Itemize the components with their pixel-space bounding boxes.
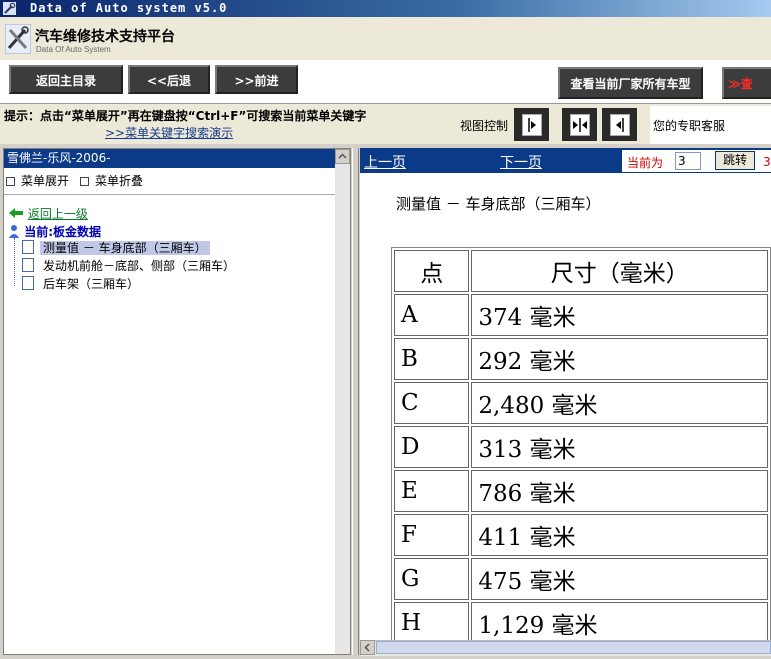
chevron-left-icon [364,643,370,652]
tree-item[interactable]: 测量值 － 车身底部（三厢车） [22,240,210,257]
panel-splitter[interactable] [352,148,359,655]
tree-connector [14,238,16,286]
cell-size: 313 毫米 [471,426,768,468]
window-title: Data of Auto system v5.0 [30,1,228,15]
table-row: B 292 毫米 [394,338,768,380]
home-button[interactable]: 返回主目录 [9,65,123,94]
scrollbar-thumb[interactable] [376,641,771,654]
cell-point: F [394,514,470,556]
document-icon [22,258,34,272]
next-page-link[interactable]: 下一页 [500,152,542,172]
view-expand-left-button[interactable] [602,108,637,141]
tree-item[interactable]: 后车架（三厢车） [22,276,142,293]
column-header-point: 点 [394,250,470,292]
tree-item-label: 后车架（三厢车） [43,277,140,291]
app-title: 汽车维修技术支持平台 [35,29,175,45]
cell-point: H [394,602,470,644]
split-arrows-icon [573,118,587,132]
wrench-icon [3,2,16,15]
cell-size: 374 毫米 [471,294,768,336]
app-subtitle: Data Of Auto System [36,45,111,54]
measurement-table: 点 尺寸（毫米） A 374 毫米 B 292 毫米 C 2,480 毫米 D 313 … [391,247,771,647]
cell-size: 786 毫米 [471,470,768,512]
menu-collapse-label: 菜单折叠 [95,174,144,188]
cell-size: 292 毫米 [471,338,768,380]
document-title: 测量值 － 车身底部（三厢车） [396,195,601,213]
expand-square-icon [6,177,15,186]
scroll-left-button[interactable] [360,640,375,655]
tree-item-label: 测量值 － 车身底部（三厢车） [40,241,210,255]
chevron-up-icon [338,153,347,159]
tree-item[interactable]: 发动机前舱－底部、侧部（三厢车） [22,258,238,275]
arrow-left-icon [616,118,624,132]
table-row: E 786 毫米 [394,470,768,512]
table-row: D 313 毫米 [394,426,768,468]
search-demo-link[interactable]: >>菜单关键字搜索演示 [105,124,233,141]
menu-scrollbar[interactable] [335,149,350,654]
column-header-size: 尺寸（毫米） [471,250,768,292]
table-row: A 374 毫米 [394,294,768,336]
green-arrow-left-icon [9,208,23,218]
person-icon [9,225,19,238]
total-pages: 3 [763,155,771,169]
table-row: C 2,480 毫米 [394,382,768,424]
table-row: G 475 毫米 [394,558,768,600]
view-maker-models-button[interactable]: 查看当前厂家所有车型 [558,67,703,99]
jump-button[interactable]: 跳转 [715,151,755,170]
menu-divider [4,194,335,195]
cell-size: 411 毫米 [471,514,768,556]
document-icon [22,276,34,290]
hint-text: 提示：点击“菜单展开”再在键盘按“Ctrl+F”可搜索当前菜单关键字 [4,109,367,123]
current-node-label: 当前:板金数据 [24,225,101,239]
back-button[interactable]: <<后退 [128,65,210,94]
table-row: F 411 毫米 [394,514,768,556]
cell-point: C [394,382,470,424]
view-control-label: 视图控制 [460,119,509,133]
menu-expand-button[interactable]: 菜单展开 [6,172,69,189]
view-split-button[interactable] [562,108,597,141]
table-row: H 1,129 毫米 [394,602,768,644]
search-button[interactable]: ≫查 [722,67,771,99]
back-up-link[interactable]: 返回上一级 [8,205,88,222]
scroll-up-button[interactable] [335,149,350,164]
cell-size: 1,129 毫米 [471,602,768,644]
current-page-label: 当前为 [627,156,664,170]
document-icon [22,240,34,254]
tree-item-label: 发动机前舱－底部、侧部（三厢车） [43,259,236,273]
table-header-row: 点 尺寸（毫米） [394,250,768,292]
tools-logo-icon [5,24,31,54]
customer-service-label[interactable]: 您的专职客服 [653,117,725,134]
page-number-input[interactable] [675,152,701,170]
view-expand-right-button[interactable] [514,108,549,141]
vehicle-header: 雪佛兰-乐风-2006- [4,149,335,168]
cell-size: 2,480 毫米 [471,382,768,424]
collapse-square-icon [80,177,89,186]
cell-point: G [394,558,470,600]
cell-point: B [394,338,470,380]
prev-page-link[interactable]: 上一页 [364,152,406,172]
menu-expand-label: 菜单展开 [21,174,70,188]
forward-button[interactable]: >>前进 [215,65,298,94]
cell-point: A [394,294,470,336]
cell-point: D [394,426,470,468]
cell-size: 475 毫米 [471,558,768,600]
window-title-bar: Data of Auto system v5.0 [0,0,771,17]
current-node: 当前:板金数据 [8,223,101,240]
cell-point: E [394,470,470,512]
menu-collapse-button[interactable]: 菜单折叠 [80,172,143,189]
back-up-label: 返回上一级 [27,207,88,221]
arrow-right-icon [528,118,536,132]
